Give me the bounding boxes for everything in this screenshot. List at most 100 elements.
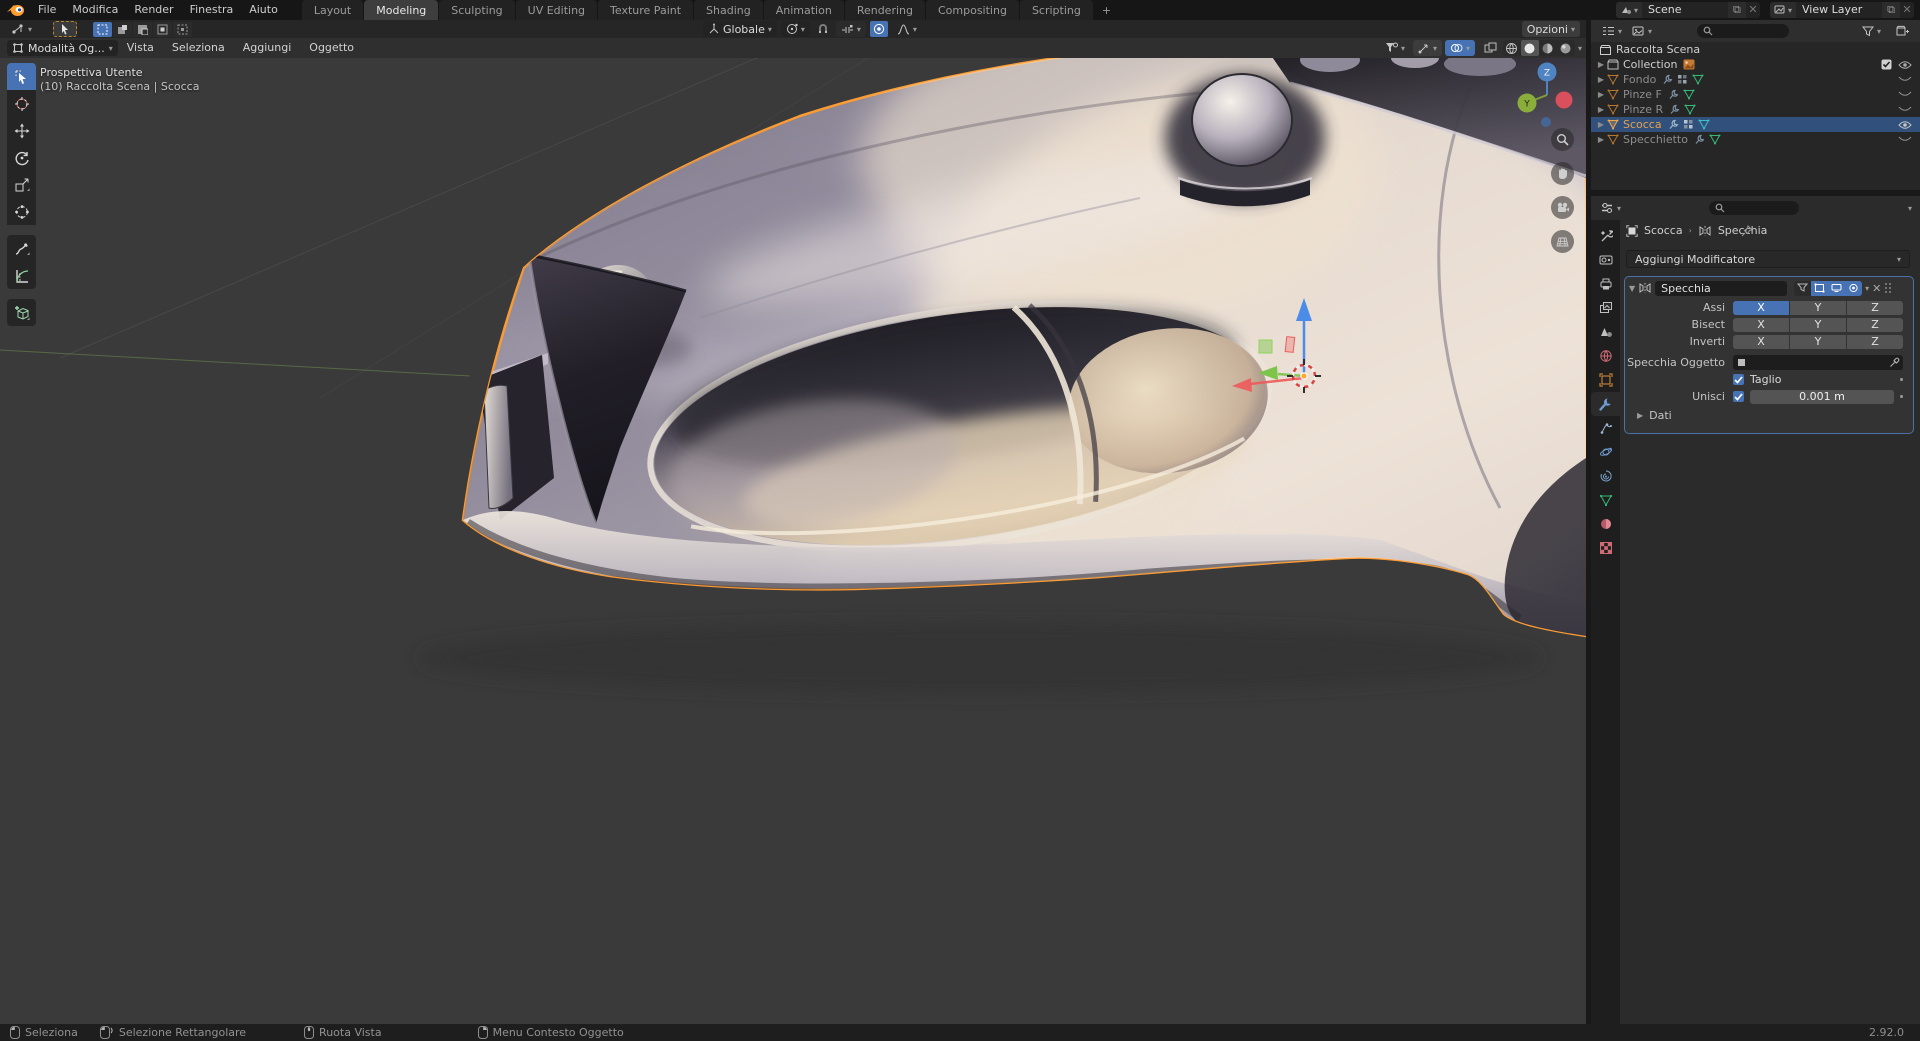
- tool-select-box-button[interactable]: [7, 63, 36, 90]
- overlays-dropdown[interactable]: ▾: [1444, 40, 1475, 56]
- expand-arrow-icon[interactable]: ▶: [1595, 105, 1607, 114]
- view-layer-name-field[interactable]: View Layer: [1796, 2, 1882, 18]
- gizmo-axis-negz-ball[interactable]: [1541, 117, 1551, 127]
- tool-move-button[interactable]: [7, 117, 36, 144]
- tool-rotate-button[interactable]: [7, 144, 36, 171]
- menu-render[interactable]: Render: [126, 0, 181, 20]
- select-mode-set[interactable]: [93, 21, 113, 37]
- outliner-item-pinze-f[interactable]: ▶ Pinze F: [1591, 87, 1920, 102]
- shading-wireframe-button[interactable]: [1503, 40, 1521, 56]
- tool-annotate-button[interactable]: [7, 235, 36, 262]
- pan-view-button[interactable]: [1551, 162, 1574, 185]
- expand-arrow-icon[interactable]: ▶: [1595, 75, 1607, 84]
- toggle-ortho-button[interactable]: [1551, 230, 1574, 253]
- expand-arrow-icon[interactable]: ▶: [1595, 120, 1607, 129]
- select-mode-extend[interactable]: [113, 21, 133, 37]
- outliner-display-mode-dropdown[interactable]: ▾: [1627, 23, 1657, 39]
- bisect-y-button[interactable]: Y: [1790, 317, 1846, 332]
- tab-shading[interactable]: Shading: [694, 0, 763, 20]
- modifier-extras-dropdown[interactable]: ▾: [1865, 284, 1869, 293]
- pin-icon[interactable]: [1741, 224, 1754, 237]
- merge-threshold-slider[interactable]: 0.001 m: [1750, 389, 1894, 404]
- tab-compositing[interactable]: Compositing: [925, 0, 1019, 20]
- options-dropdown[interactable]: Opzioni ▾: [1521, 21, 1580, 37]
- view-layer-remove-button[interactable]: ✕: [1900, 2, 1914, 18]
- select-mode-subtract[interactable]: [133, 21, 153, 37]
- flip-x-button[interactable]: X: [1733, 334, 1789, 349]
- tab-render-properties[interactable]: [1591, 248, 1620, 272]
- tool-measure-button[interactable]: [7, 262, 36, 289]
- tab-modeling[interactable]: Modeling: [364, 0, 439, 20]
- tab-layout[interactable]: Layout: [301, 0, 364, 20]
- outliner-item-scocca[interactable]: ▶ Scocca: [1591, 117, 1920, 132]
- outliner-item-specchietto[interactable]: ▶ Specchietto: [1591, 132, 1920, 147]
- proportional-falloff-dropdown[interactable]: ▾: [892, 21, 922, 37]
- merge-checkbox[interactable]: [1733, 391, 1744, 402]
- modifier-render-toggle[interactable]: [1845, 280, 1863, 296]
- tab-world-properties[interactable]: [1591, 344, 1620, 368]
- navigation-gizmo[interactable]: Z Y: [1498, 58, 1584, 136]
- tab-view-layer-properties[interactable]: [1591, 296, 1620, 320]
- eyedropper-icon[interactable]: [1889, 357, 1900, 368]
- outliner-editor-dropdown[interactable]: ▾: [1597, 23, 1627, 39]
- eye-open-icon[interactable]: [1898, 120, 1912, 130]
- menu-aiuto[interactable]: Aiuto: [241, 0, 286, 20]
- drag-handle-icon[interactable]: [1884, 282, 1892, 294]
- shading-solid-button[interactable]: [1520, 40, 1539, 56]
- flip-y-button[interactable]: Y: [1790, 334, 1846, 349]
- data-subpanel[interactable]: ▶ Dati: [1625, 405, 1913, 422]
- eye-closed-icon[interactable]: [1898, 105, 1912, 114]
- gizmo-axis-x-ball[interactable]: [1555, 91, 1573, 109]
- select-mode-intersect[interactable]: [173, 21, 193, 37]
- outliner-search-input[interactable]: [1697, 24, 1789, 38]
- tool-scale-button[interactable]: [7, 171, 36, 198]
- flip-z-button[interactable]: Z: [1847, 334, 1903, 349]
- axis-z-button[interactable]: Z: [1847, 300, 1903, 315]
- camera-view-button[interactable]: [1551, 196, 1574, 219]
- tab-rendering[interactable]: Rendering: [844, 0, 925, 20]
- blender-logo-icon[interactable]: [6, 2, 26, 18]
- gizmos-dropdown[interactable]: ▾: [1412, 40, 1442, 56]
- menu-file[interactable]: File: [30, 0, 64, 20]
- proportional-editing-toggle[interactable]: [869, 21, 888, 37]
- eye-closed-icon[interactable]: [1898, 90, 1912, 99]
- outliner-item-collection[interactable]: ▶ Collection: [1591, 57, 1920, 72]
- axis-y-button[interactable]: Y: [1790, 300, 1846, 315]
- outliner-filter-dropdown[interactable]: ▾: [1857, 23, 1886, 39]
- menu-vista[interactable]: Vista: [118, 38, 163, 58]
- tab-uv-editing[interactable]: UV Editing: [515, 0, 598, 20]
- menu-aggiungi[interactable]: Aggiungi: [234, 38, 301, 58]
- scene-copy-button[interactable]: ⧉: [1727, 2, 1746, 18]
- expand-arrow-icon[interactable]: ▶: [1595, 135, 1607, 144]
- zoom-view-button[interactable]: [1551, 128, 1574, 151]
- tool-cursor-button[interactable]: [7, 90, 36, 117]
- tab-constraint-properties[interactable]: [1591, 464, 1620, 488]
- shading-dropdown[interactable]: ▾: [1578, 44, 1582, 53]
- editor-type-dropdown[interactable]: ▾: [6, 21, 37, 37]
- bisect-x-button[interactable]: X: [1733, 317, 1789, 332]
- scene-name-field[interactable]: Scene: [1641, 2, 1728, 18]
- transform-orientation-dropdown[interactable]: Globale ▾: [703, 21, 777, 37]
- gizmo-plane-handle-red[interactable]: [1284, 336, 1296, 353]
- car-model[interactable]: [300, 58, 1586, 668]
- bisect-z-button[interactable]: Z: [1847, 317, 1903, 332]
- modifier-editmode-toggle[interactable]: [1811, 280, 1829, 296]
- tab-texture-properties[interactable]: [1591, 536, 1620, 560]
- menu-seleziona[interactable]: Seleziona: [163, 38, 234, 58]
- merge-animate-dot[interactable]: [1900, 395, 1903, 398]
- mirror-object-field[interactable]: [1733, 355, 1903, 370]
- tool-transform-button[interactable]: [7, 198, 36, 225]
- scene-unlink-button[interactable]: ✕: [1746, 2, 1760, 18]
- expand-arrow-icon[interactable]: ▶: [1595, 90, 1607, 99]
- menu-oggetto[interactable]: Oggetto: [300, 38, 363, 58]
- eye-open-icon[interactable]: [1898, 60, 1912, 70]
- tab-object-properties[interactable]: [1591, 368, 1620, 392]
- pivot-point-dropdown[interactable]: ▾: [780, 21, 810, 37]
- xray-toggle[interactable]: [1482, 40, 1500, 56]
- tab-sculpting[interactable]: Sculpting: [439, 0, 515, 20]
- outliner-item-fondo[interactable]: ▶ Fondo: [1591, 72, 1920, 87]
- tab-scripting[interactable]: Scripting: [1019, 0, 1093, 20]
- properties-search-input[interactable]: [1709, 201, 1799, 215]
- axis-x-button[interactable]: X: [1733, 300, 1789, 315]
- snap-with-dropdown[interactable]: ▾: [835, 21, 866, 37]
